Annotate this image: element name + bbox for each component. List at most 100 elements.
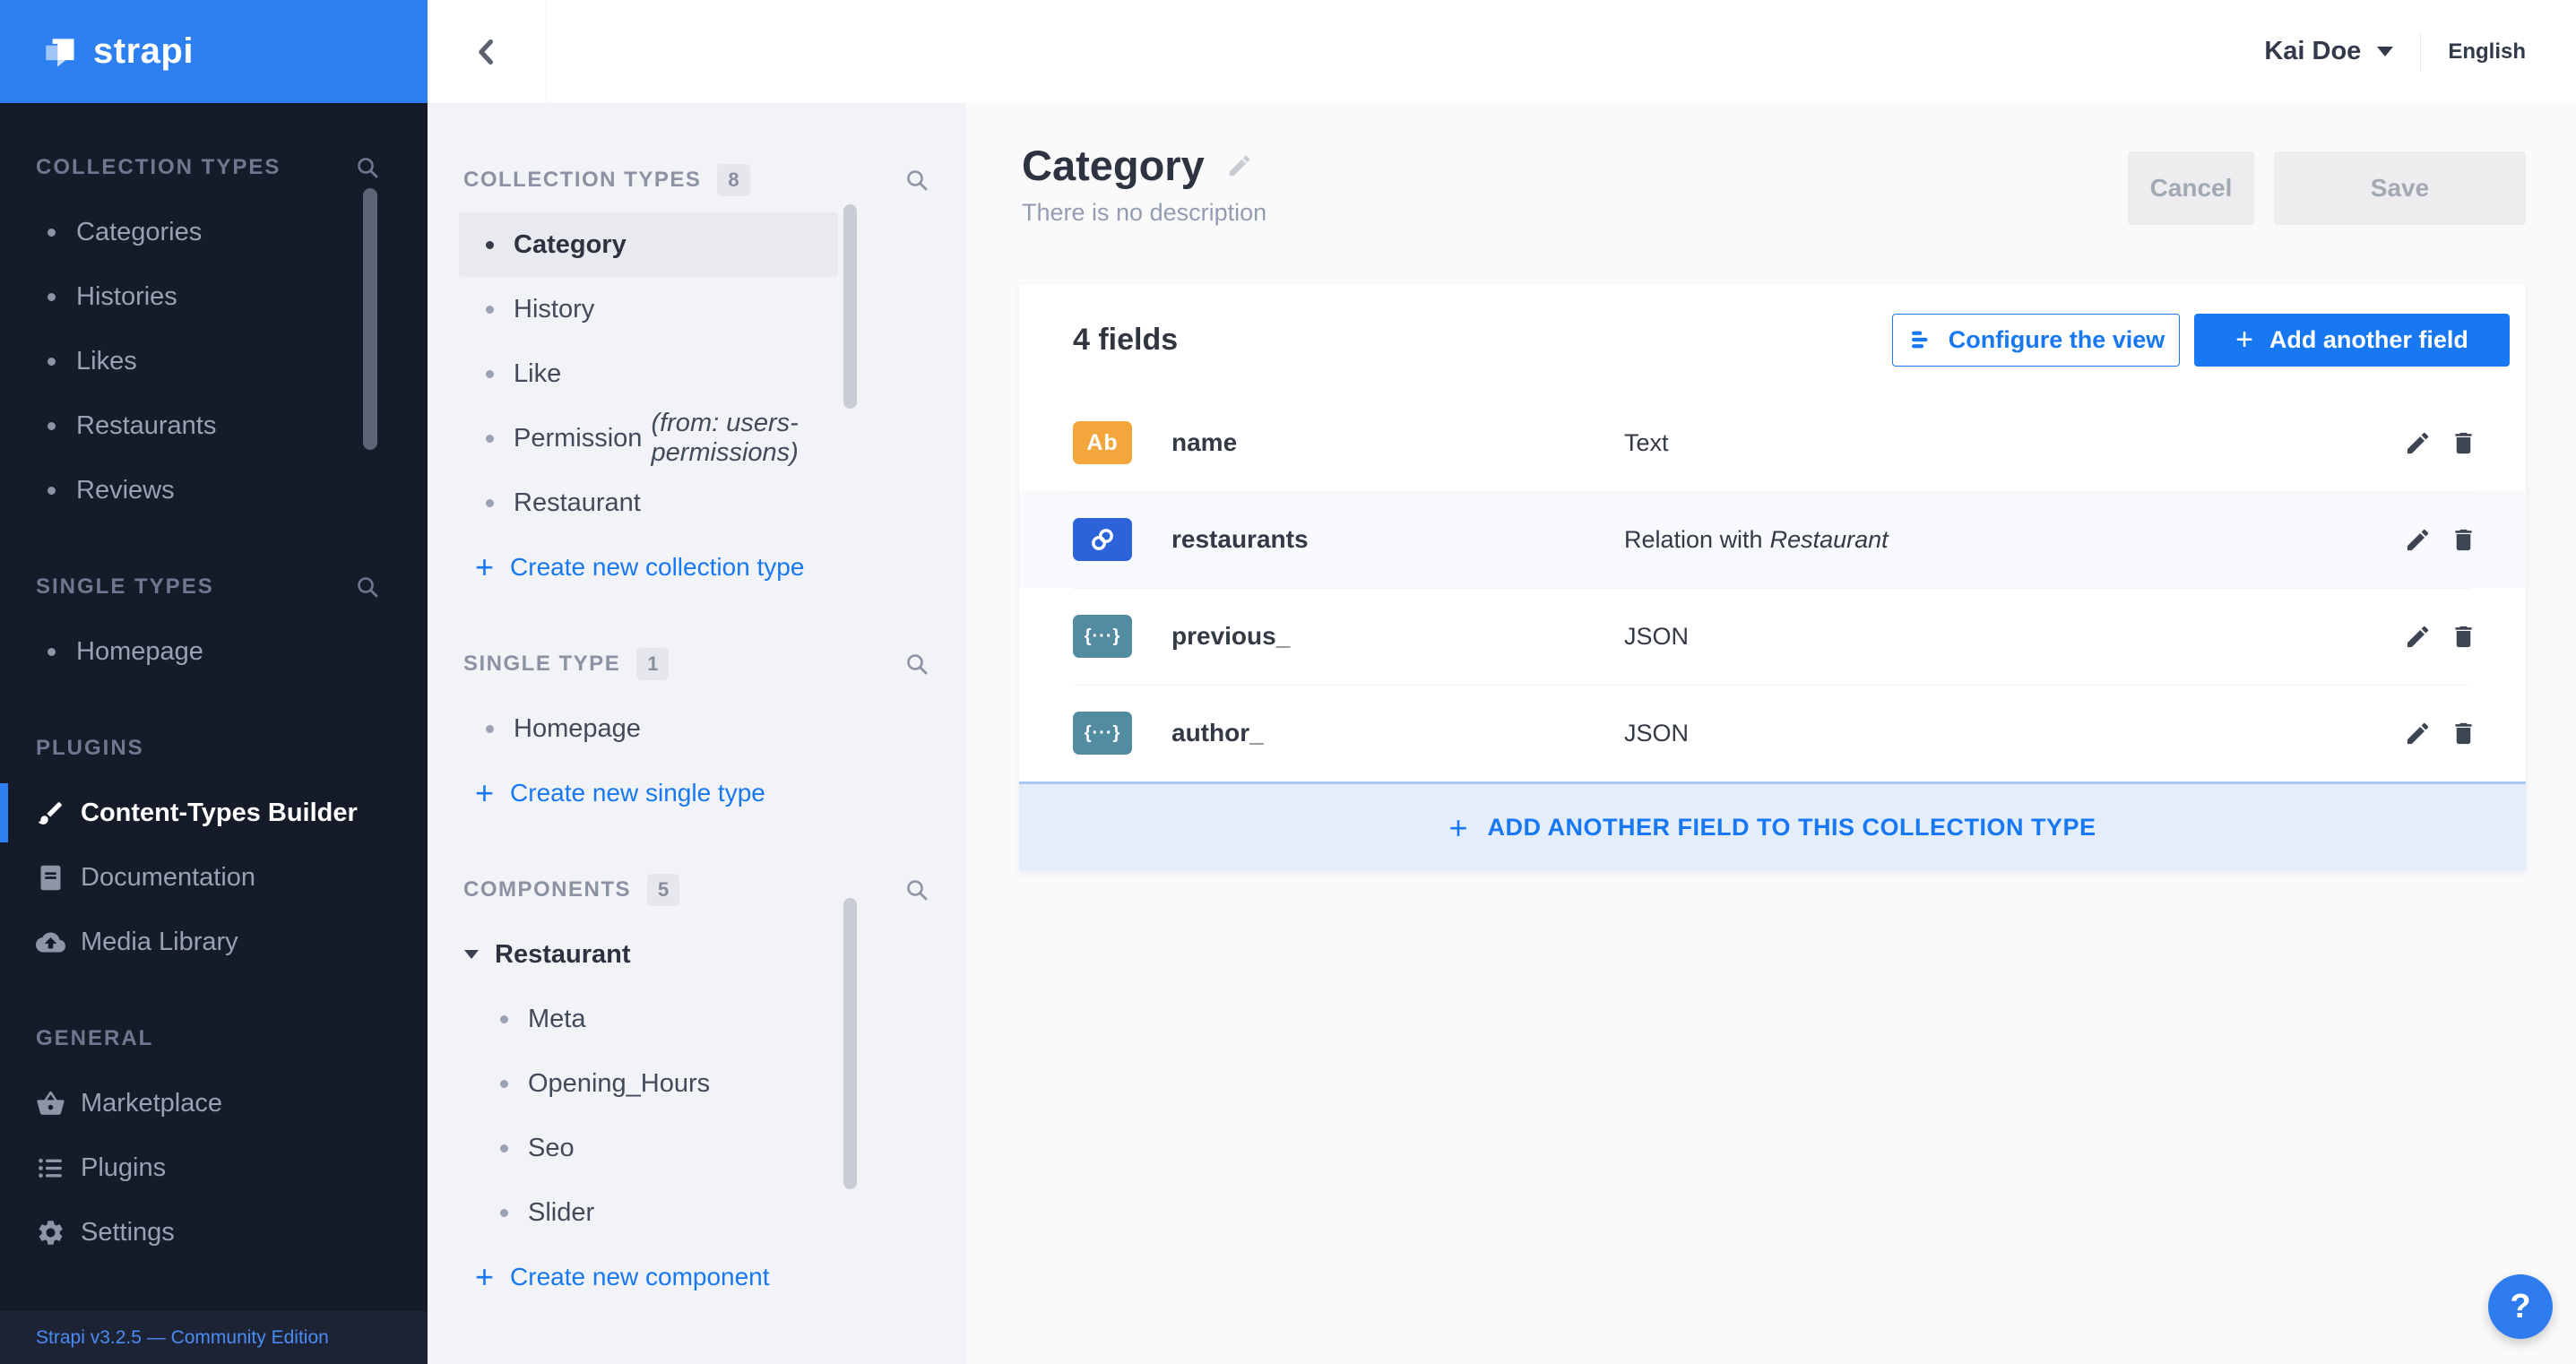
component-item-seo[interactable]: Seo — [459, 1116, 838, 1180]
field-name: author_ — [1171, 719, 1264, 747]
main-sidebar: strapi COLLECTION TYPES Categories Histo… — [0, 0, 428, 1364]
list-item-homepage[interactable]: Homepage — [459, 696, 838, 761]
fields-count-label: 4 fields — [1073, 322, 1179, 357]
field-type: Relation with Restaurant — [1624, 525, 1889, 553]
cancel-button[interactable]: Cancel — [2128, 151, 2254, 225]
plus-icon: + — [475, 1258, 495, 1295]
list-item-like[interactable]: Like — [459, 341, 838, 406]
edit-field-icon[interactable] — [2404, 526, 2432, 554]
delete-field-icon[interactable] — [2450, 623, 2477, 651]
configure-view-button[interactable]: Configure the view — [1892, 313, 2180, 367]
book-icon — [40, 865, 61, 890]
page-title: Category — [1022, 142, 1205, 189]
brand-name: strapi — [93, 31, 194, 71]
component-group-restaurant[interactable]: Restaurant — [459, 922, 838, 987]
relation-target: Restaurant — [1769, 525, 1889, 553]
group-single-type: SINGLE TYPE 1 — [428, 632, 966, 696]
delete-field-icon[interactable] — [2450, 720, 2477, 747]
save-button[interactable]: Save — [2274, 151, 2526, 225]
strapi-logo[interactable]: strapi — [0, 0, 428, 103]
create-new-single-type-link[interactable]: + Create new single type — [459, 761, 966, 825]
chevron-down-icon[interactable] — [464, 950, 479, 959]
field-type: JSON — [1624, 622, 1690, 650]
chevron-down-icon[interactable] — [2377, 47, 2394, 56]
sidebar-scrollbar[interactable] — [363, 188, 377, 450]
sidebar-item-plugins[interactable]: Plugins — [0, 1135, 428, 1200]
field-name: previous_ — [1171, 622, 1291, 650]
strapi-admin-app: strapi COLLECTION TYPES Categories Histo… — [0, 0, 2576, 1364]
bullet-icon — [48, 647, 56, 656]
language-selector[interactable]: English — [2448, 39, 2526, 65]
strapi-logo-icon — [46, 38, 74, 66]
basket-icon — [37, 1091, 65, 1115]
list-icon — [39, 1158, 62, 1178]
collection-list-scrollbar[interactable] — [843, 204, 857, 409]
bullet-icon — [48, 486, 56, 495]
brush-icon — [38, 801, 62, 824]
components-list-scrollbar[interactable] — [843, 898, 857, 1189]
json-field-type-badge: {···} — [1073, 712, 1132, 755]
sidebar-item-settings[interactable]: Settings — [0, 1200, 428, 1265]
field-row-name[interactable]: Ab name Text — [1019, 394, 2526, 491]
sidebar-item-media-library[interactable]: Media Library — [0, 910, 428, 974]
bullet-icon — [486, 498, 494, 507]
add-field-band-button[interactable]: + ADD ANOTHER FIELD TO THIS COLLECTION T… — [1019, 781, 2526, 871]
list-item-category[interactable]: Category — [459, 212, 838, 277]
field-row-author[interactable]: {···} author_ JSON — [1019, 685, 2526, 781]
help-button[interactable]: ? — [2488, 1274, 2553, 1339]
field-type: Text — [1624, 428, 1669, 456]
search-icon[interactable] — [354, 574, 381, 600]
delete-field-icon[interactable] — [2450, 429, 2477, 457]
edit-field-icon[interactable] — [2404, 720, 2432, 747]
group-components: COMPONENTS 5 — [428, 858, 966, 922]
user-menu[interactable]: Kai Doe — [2264, 37, 2361, 66]
component-item-slider[interactable]: Slider — [459, 1180, 838, 1245]
delete-field-icon[interactable] — [2450, 526, 2477, 554]
search-icon[interactable] — [903, 876, 930, 903]
bullet-icon — [486, 369, 494, 378]
search-icon[interactable] — [903, 167, 930, 194]
sidebar-item-marketplace[interactable]: Marketplace — [0, 1071, 428, 1135]
search-icon[interactable] — [354, 154, 381, 181]
list-item-history[interactable]: History — [459, 277, 838, 341]
plus-icon: + — [1448, 808, 1468, 846]
bullet-icon — [486, 240, 494, 249]
edit-field-icon[interactable] — [2404, 429, 2432, 457]
add-another-field-button[interactable]: + Add another field — [2194, 313, 2510, 367]
back-button[interactable] — [428, 0, 547, 103]
create-new-component-link[interactable]: + Create new component — [459, 1245, 966, 1309]
create-new-collection-type-link[interactable]: + Create new collection type — [459, 535, 966, 600]
cloud-upload-icon — [36, 932, 65, 952]
field-row-previous[interactable]: {···} previous_ JSON — [1019, 588, 2526, 685]
sidebar-item-reviews[interactable]: Reviews — [0, 458, 428, 522]
list-item-restaurant[interactable]: Restaurant — [459, 470, 838, 535]
permission-source-label: (from: users-permissions) — [651, 409, 799, 467]
search-icon[interactable] — [903, 651, 930, 678]
edit-title-pencil-icon[interactable] — [1226, 152, 1253, 179]
bullet-icon — [486, 305, 494, 314]
version-link[interactable]: Strapi v3.2.5 — Community Edition — [0, 1311, 428, 1364]
bullet-icon — [500, 1079, 508, 1088]
text-field-type-badge: Ab — [1073, 421, 1132, 464]
json-field-type-badge: {···} — [1073, 615, 1132, 658]
sidebar-item-documentation[interactable]: Documentation — [0, 845, 428, 910]
chevron-left-icon — [479, 39, 493, 65]
list-item-permission[interactable]: Permission (from: users-permissions) — [459, 406, 838, 470]
sidebar-item-content-types-builder[interactable]: Content-Types Builder — [0, 781, 428, 845]
collection-types-count-badge: 8 — [717, 164, 750, 196]
bullet-icon — [486, 434, 494, 443]
plus-icon: + — [2235, 322, 2253, 357]
sidebar-item-homepage[interactable]: Homepage — [0, 619, 428, 684]
single-type-count-badge: 1 — [636, 648, 670, 680]
section-general: GENERAL — [36, 1026, 154, 1050]
bullet-icon — [48, 292, 56, 301]
field-row-restaurants[interactable]: restaurants Relation with Restaurant — [1019, 491, 2526, 588]
component-item-opening-hours[interactable]: Opening_Hours — [459, 1051, 838, 1116]
content-types-sub-sidebar: COLLECTION TYPES 8 Category History Like… — [428, 103, 966, 1364]
field-name: restaurants — [1171, 525, 1309, 553]
edit-field-icon[interactable] — [2404, 623, 2432, 651]
component-item-meta[interactable]: Meta — [459, 987, 838, 1051]
section-single-types: SINGLE TYPES — [0, 555, 428, 619]
components-count-badge: 5 — [647, 874, 680, 906]
plus-icon: + — [475, 774, 495, 811]
